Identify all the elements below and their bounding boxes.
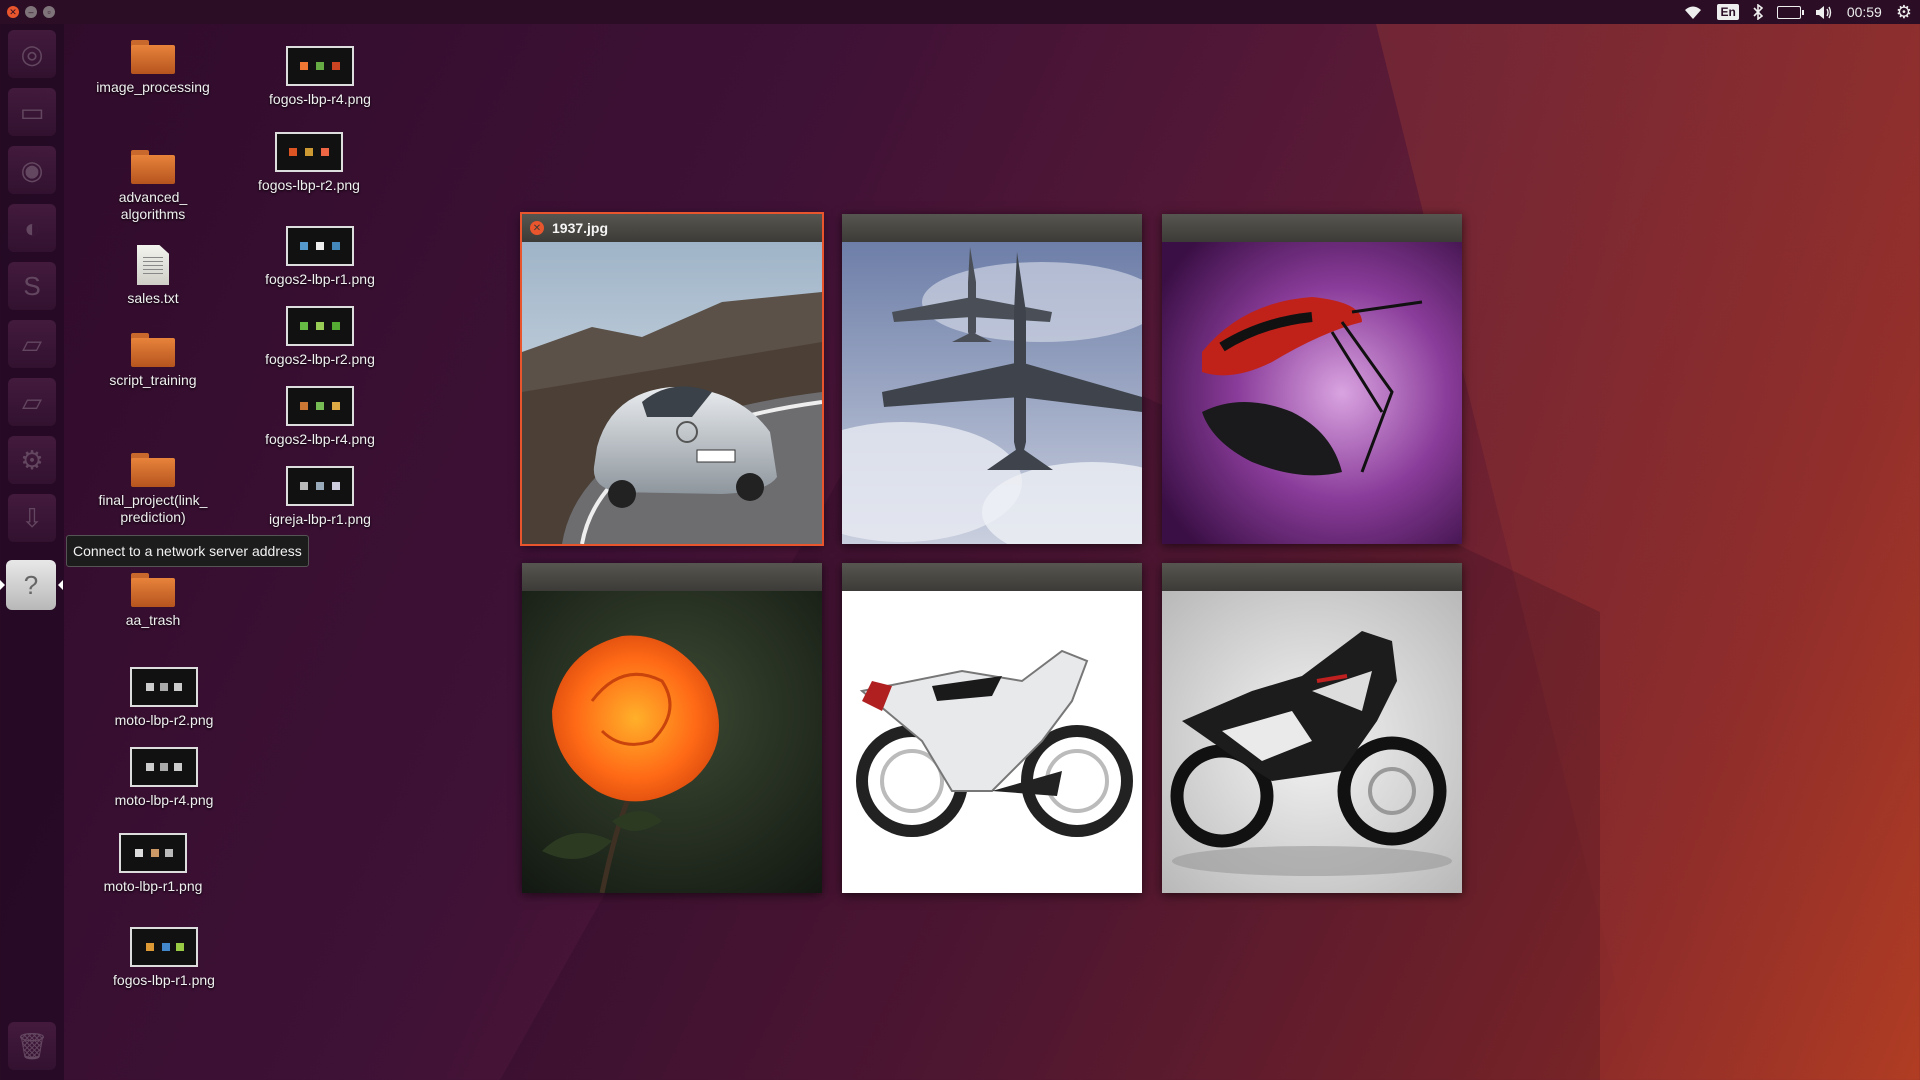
image-preview — [842, 591, 1142, 893]
window-thumbnail[interactable]: ✕ 1937.jpg — [520, 212, 824, 546]
image-thumbnail-icon — [286, 466, 354, 506]
window-thumbnail[interactable] — [1162, 563, 1462, 893]
desktop-image-file[interactable]: moto-lbp-r1.png — [78, 833, 228, 895]
window-thumbnail[interactable] — [522, 563, 822, 893]
desktop-icon-label: fogos2-lbp-r1.png — [265, 271, 375, 287]
desktop-icon-label: fogos2-lbp-r4.png — [265, 431, 375, 447]
image-preview — [522, 242, 822, 544]
window-title: 1937.jpg — [552, 220, 609, 236]
desktop-folder[interactable]: final_project(link_ prediction) — [78, 453, 228, 526]
software-updater-icon[interactable]: ⇩ — [8, 494, 56, 542]
window-titlebar — [1162, 563, 1462, 591]
launcher-tooltip: Connect to a network server address — [66, 535, 309, 567]
folder-icon — [131, 40, 175, 74]
keyboard-layout-label: En — [1717, 4, 1739, 20]
files-icon[interactable]: ▭ — [8, 88, 56, 136]
image-preview — [522, 591, 822, 893]
desktop-image-file[interactable]: fogos-lbp-r1.png — [89, 927, 239, 989]
desktop-image-file[interactable]: fogos-lbp-r2.png — [234, 132, 384, 194]
image-preview — [842, 242, 1142, 544]
running-indicator — [0, 580, 5, 590]
settings-icon[interactable]: ⚙ — [8, 436, 56, 484]
desktop-icon-label: fogos-lbp-r2.png — [258, 177, 360, 193]
desktop-icon-label: advanced_ algorithms — [118, 189, 188, 222]
image-thumbnail-icon — [286, 46, 354, 86]
chrome-icon[interactable]: ◉ — [8, 146, 56, 194]
window-maximize-button[interactable]: ▫ — [43, 6, 55, 18]
image-thumbnail-icon — [286, 226, 354, 266]
desktop-icon-label: fogos2-lbp-r2.png — [265, 351, 375, 367]
firefox-icon[interactable]: ◐ — [8, 204, 56, 252]
window-thumbnail[interactable] — [1162, 214, 1462, 544]
help-icon[interactable]: ? — [6, 560, 56, 610]
window-titlebar — [1162, 214, 1462, 242]
folder-icon — [131, 573, 175, 607]
trash-icon[interactable]: 🗑 — [8, 1022, 56, 1070]
desktop-folder[interactable]: aa_trash — [78, 573, 228, 629]
image-thumbnail-icon — [286, 386, 354, 426]
clock[interactable]: 00:59 — [1847, 4, 1882, 20]
image-preview — [1162, 242, 1462, 544]
text-file-icon — [137, 245, 169, 285]
window-thumbnail[interactable] — [842, 563, 1142, 893]
desktop-image-file[interactable]: moto-lbp-r2.png — [89, 667, 239, 729]
window-thumbnail[interactable] — [842, 214, 1142, 544]
desktop-image-file[interactable]: moto-lbp-r4.png — [89, 747, 239, 809]
desktop-image-file[interactable]: fogos2-lbp-r1.png — [245, 226, 395, 288]
desktop-image-file[interactable]: fogos-lbp-r4.png — [245, 46, 395, 108]
desktop-image-file[interactable]: igreja-lbp-r1.png — [245, 466, 395, 528]
desktop-folder[interactable]: image_processing — [78, 40, 228, 96]
wifi-icon[interactable] — [1683, 5, 1703, 20]
desktop-icon-label: igreja-lbp-r1.png — [269, 511, 371, 527]
window-titlebar — [522, 563, 822, 591]
image-thumbnail-icon — [275, 132, 343, 172]
image-preview — [1162, 591, 1462, 893]
desktop-icon-label: fogos-lbp-r1.png — [113, 972, 215, 988]
desktop-image-file[interactable]: fogos2-lbp-r2.png — [245, 306, 395, 368]
bluetooth-icon[interactable] — [1753, 4, 1763, 20]
volume-icon[interactable] — [1815, 5, 1833, 20]
image-thumbnail-icon — [130, 927, 198, 967]
image-thumbnail-icon — [130, 747, 198, 787]
desktop-icon-label: aa_trash — [125, 612, 181, 628]
launcher: ◎ ▭ ◉ ◐ S ▱ ▱ ⚙ ⇩ ? 🗑 — [0, 24, 64, 1080]
libreoffice-impress-icon[interactable]: S — [8, 262, 56, 310]
image-thumbnail-icon — [286, 306, 354, 346]
keyboard-layout-indicator[interactable]: En — [1717, 4, 1739, 20]
desktop-folder[interactable]: advanced_ algorithms — [78, 150, 228, 223]
image-thumbnail-icon — [119, 833, 187, 873]
desktop-icon-label: moto-lbp-r2.png — [114, 712, 214, 728]
desktop-icon-label: final_project(link_ prediction) — [98, 492, 208, 525]
battery-icon[interactable] — [1776, 5, 1804, 19]
image-thumbnail-icon — [130, 667, 198, 707]
folder-icon — [131, 453, 175, 487]
folder-icon — [131, 333, 175, 367]
window-minimize-button[interactable]: – — [25, 6, 37, 18]
ubuntu-dash-icon[interactable]: ◎ — [8, 30, 56, 78]
window-close-button[interactable]: ✕ — [7, 6, 19, 18]
drive-icon[interactable]: ▱ — [8, 378, 56, 426]
gear-icon[interactable]: ⚙ — [1896, 2, 1912, 23]
desktop-file[interactable]: sales.txt — [78, 245, 228, 307]
desktop-icon-label: image_processing — [96, 79, 210, 95]
drive-icon[interactable]: ▱ — [8, 320, 56, 368]
window-titlebar — [842, 214, 1142, 242]
focus-indicator — [58, 580, 63, 590]
window-titlebar — [842, 563, 1142, 591]
indicator-area: En 00:59 ⚙ — [1683, 0, 1912, 24]
desktop-image-file[interactable]: fogos2-lbp-r4.png — [245, 386, 395, 448]
desktop-icon-label: moto-lbp-r1.png — [103, 878, 203, 894]
desktop-icon-label: fogos-lbp-r4.png — [269, 91, 371, 107]
desktop-icon-label: sales.txt — [127, 290, 179, 306]
close-icon[interactable]: ✕ — [530, 221, 544, 235]
desktop-folder[interactable]: script_training — [78, 333, 228, 389]
top-panel: ✕ – ▫ En 00:59 ⚙ — [0, 0, 1920, 24]
window-titlebar: ✕ 1937.jpg — [522, 214, 822, 242]
folder-icon — [131, 150, 175, 184]
desktop-icon-label: script_training — [109, 372, 197, 388]
desktop-icon-label: moto-lbp-r4.png — [114, 792, 214, 808]
